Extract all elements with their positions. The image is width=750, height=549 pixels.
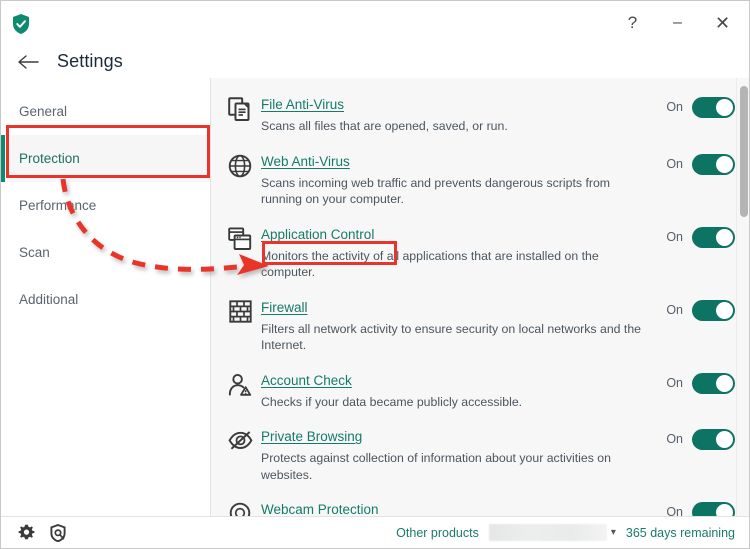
toggle-knob [716, 228, 733, 246]
sidebar-item-protection[interactable]: Protection [1, 135, 210, 182]
person-alert-icon [219, 372, 261, 411]
table-row: File Anti-Virus Scans all files that are… [211, 96, 749, 135]
row-text: Account Check Checks if your data became… [261, 372, 653, 411]
setting-description: Checks if your data became publicly acce… [261, 394, 523, 409]
setting-link-file-anti-virus[interactable]: File Anti-Virus [261, 96, 344, 113]
toggle-knob [716, 301, 733, 319]
row-text: Web Anti-Virus Scans incoming web traffi… [261, 153, 653, 208]
settings-window: ? – ✕ Settings General Protection Perfor… [0, 0, 750, 549]
toggle-knob [716, 99, 733, 116]
row-control: On [653, 372, 735, 411]
table-row: Webcam Protection On [211, 501, 749, 517]
toggle-state-label: On [666, 505, 683, 517]
support-shield-icon[interactable] [45, 520, 71, 546]
sidebar-item-scan[interactable]: Scan [1, 229, 210, 276]
license-status-label: 365 days remaining [625, 525, 735, 540]
status-bar-right: Other products ▾ 365 days remaining [396, 524, 735, 541]
settings-rows: File Anti-Virus Scans all files that are… [211, 78, 749, 517]
sidebar-item-label: Protection [19, 151, 80, 166]
scrollbar-thumb[interactable] [740, 86, 748, 217]
chevron-down-icon[interactable]: ▾ [611, 527, 616, 538]
toggle-knob [716, 374, 733, 392]
toggle-application-control[interactable] [692, 226, 735, 248]
setting-description: Scans all files that are opened, saved, … [261, 119, 508, 133]
row-control: On [653, 428, 735, 483]
toggle-file-anti-virus[interactable] [692, 97, 735, 118]
setting-link-private-browsing[interactable]: Private Browsing [261, 428, 362, 445]
toggle-knob [716, 155, 733, 173]
other-products-link[interactable]: Other products [396, 526, 479, 540]
setting-description: Scans incoming web traffic and prevents … [261, 175, 611, 207]
setting-link-application-control[interactable]: Application Control [261, 226, 374, 243]
toggle-knob [716, 431, 733, 448]
page-header: Settings [1, 45, 749, 78]
sidebar-item-performance[interactable]: Performance [1, 182, 210, 229]
row-control: On [653, 299, 735, 354]
toggle-webcam-protection[interactable] [692, 502, 735, 517]
setting-description: Protects against collection of informati… [261, 451, 611, 482]
sidebar-item-label: Performance [19, 198, 97, 213]
toggle-firewall[interactable] [692, 299, 735, 321]
brick-wall-icon [219, 299, 261, 354]
row-control: On [653, 501, 735, 517]
help-button[interactable]: ? [610, 3, 655, 43]
sidebar-item-label: General [19, 104, 68, 119]
product-select[interactable] [488, 524, 607, 541]
table-row: Application Control Monitors the activit… [211, 226, 749, 281]
settings-list-panel: File Anti-Virus Scans all files that are… [211, 78, 749, 517]
globe-icon [219, 153, 261, 208]
window-controls: ? – ✕ [610, 1, 745, 45]
row-text: Private Browsing Protects against collec… [261, 428, 653, 483]
setting-description: Monitors the activity of all application… [261, 248, 599, 280]
shield-check-icon [10, 12, 32, 36]
sidebar-item-general[interactable]: General [1, 88, 210, 135]
row-text: Application Control Monitors the activit… [261, 226, 653, 281]
row-control: On [653, 96, 735, 135]
toggle-state-label: On [666, 375, 683, 390]
row-text: Firewall Filters all network activity to… [261, 299, 653, 354]
eye-slash-icon [219, 428, 261, 483]
content-scrollbar[interactable] [736, 78, 749, 517]
windows-stack-icon [219, 226, 261, 281]
gear-icon[interactable] [13, 520, 39, 546]
body-area: General Protection Performance Scan Addi… [1, 78, 749, 517]
toggle-state-label: On [666, 302, 683, 317]
table-row: Firewall Filters all network activity to… [211, 299, 749, 354]
setting-link-web-anti-virus[interactable]: Web Anti-Virus [261, 153, 350, 170]
webcam-icon [219, 501, 261, 517]
row-control: On [653, 153, 735, 208]
table-row: Web Anti-Virus Scans incoming web traffi… [211, 153, 749, 208]
row-text: File Anti-Virus Scans all files that are… [261, 96, 653, 135]
close-button[interactable]: ✕ [700, 3, 745, 43]
files-document-icon [219, 96, 261, 135]
minimize-button[interactable]: – [655, 3, 700, 43]
toggle-state-label: On [666, 156, 683, 171]
status-bar: Other products ▾ 365 days remaining [1, 516, 749, 548]
toggle-web-anti-virus[interactable] [692, 153, 735, 175]
table-row: Private Browsing Protects against collec… [211, 428, 749, 483]
setting-description: Filters all network activity to ensure s… [261, 321, 642, 353]
sidebar: General Protection Performance Scan Addi… [1, 78, 211, 517]
row-text: Webcam Protection [261, 501, 653, 517]
title-bar: ? – ✕ [1, 1, 749, 45]
page-title: Settings [57, 51, 123, 71]
toggle-state-label: On [666, 432, 683, 446]
toggle-state-label: On [666, 229, 683, 244]
toggle-state-label: On [666, 100, 683, 114]
row-control: On [653, 226, 735, 281]
table-row: Account Check Checks if your data became… [211, 372, 749, 411]
setting-link-firewall[interactable]: Firewall [261, 299, 308, 316]
setting-link-webcam-protection[interactable]: Webcam Protection [261, 501, 379, 517]
back-arrow-icon[interactable] [15, 49, 41, 75]
sidebar-item-label: Scan [19, 245, 50, 260]
sidebar-item-label: Additional [19, 292, 79, 307]
toggle-account-check[interactable] [692, 372, 735, 394]
sidebar-item-additional[interactable]: Additional [1, 276, 210, 323]
toggle-private-browsing[interactable] [692, 429, 735, 450]
setting-link-account-check[interactable]: Account Check [261, 372, 352, 389]
